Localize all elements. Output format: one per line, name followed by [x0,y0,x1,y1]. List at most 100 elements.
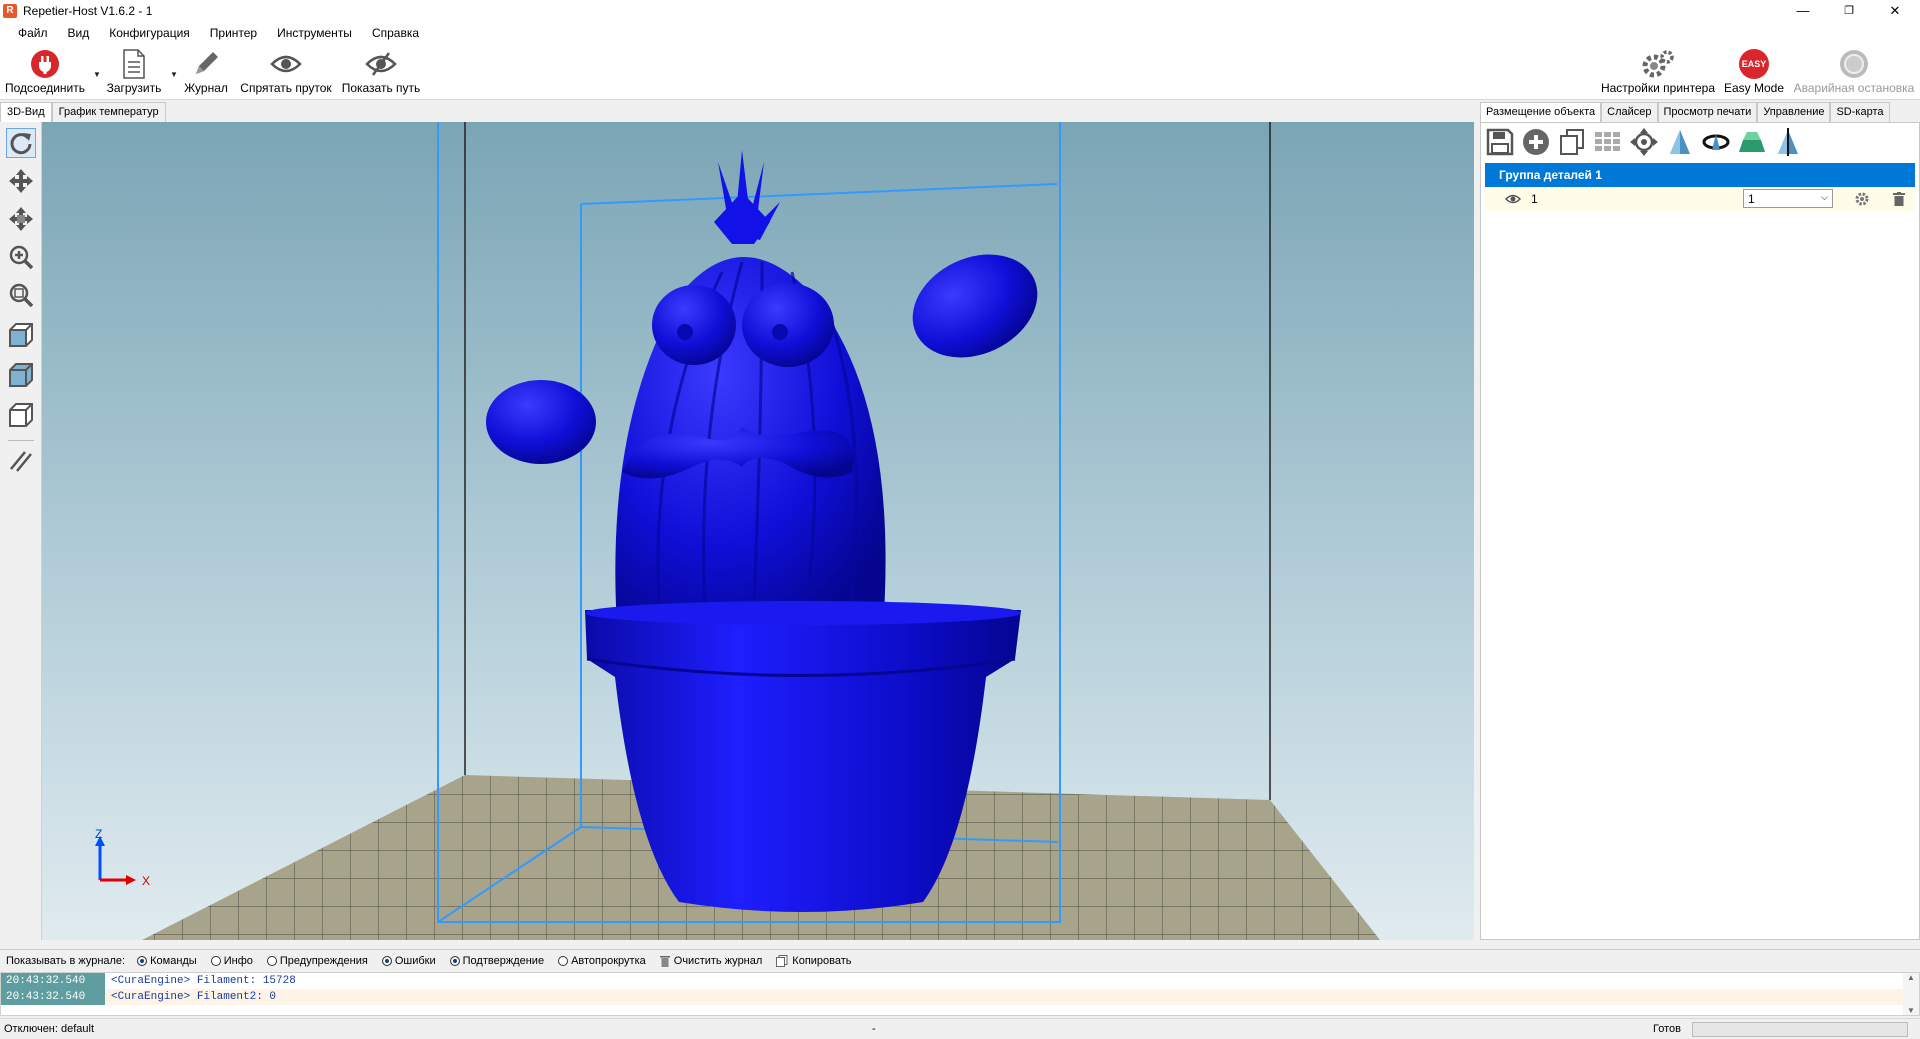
log-filter-label: Показывать в журнале: [6,954,126,967]
move-object-icon [9,207,33,231]
radio-off-icon [558,955,569,966]
log-message: <CuraEngine> Filament: 15728 [111,975,296,987]
connect-dropdown-icon[interactable]: ▼ [93,70,101,79]
hide-filament-button[interactable]: Спрятать пруток [236,48,336,95]
connect-button[interactable]: Подсоединить [4,48,86,95]
right-panel: Размещение объекта Слайсер Просмотр печа… [1480,102,1920,940]
crosshair-icon [1630,128,1658,156]
menu-configuration[interactable]: Конфигурация [99,26,200,40]
maximize-button[interactable]: ❐ [1826,0,1872,22]
window-title: Repetier-Host V1.6.2 - 1 [23,4,153,18]
log-commands-toggle[interactable]: Команды [137,955,197,967]
log-row: 20:43:32.540 <CuraEngine> Filament: 1572… [1,973,1919,989]
copy-log-label: Копировать [792,954,852,967]
autoposition-button[interactable] [1593,127,1623,157]
object-row[interactable]: 1 1 ⌵ [1485,187,1915,211]
log-info-toggle[interactable]: Инфо [210,954,253,967]
cube-wire-icon [9,403,33,427]
add-object-button[interactable] [1521,127,1551,157]
toolbar: Подсоединить ▼ Загрузить ▼ Журнал Спрята… [0,44,1920,100]
object-group-header[interactable]: Группа деталей 1 [1485,163,1915,187]
cut-icon [1739,132,1765,152]
log-scrollbar[interactable]: ▲ ▼ [1903,973,1919,1015]
log-message: <CuraEngine> Filament2: 0 [111,991,277,1003]
log-errors-toggle[interactable]: Ошибки [381,955,436,967]
tab-sd-card[interactable]: SD-карта [1830,102,1890,122]
pencil-icon [196,52,218,74]
emergency-stop-button[interactable]: Аварийная остановка [1792,48,1916,95]
zoom-button[interactable] [6,242,36,272]
load-dropdown-icon[interactable]: ▼ [170,70,178,79]
menu-printer[interactable]: Принтер [200,26,267,40]
top-view-button[interactable] [6,400,36,430]
tab-temperature-graph[interactable]: График температур [51,102,166,122]
load-button[interactable]: Загрузить [104,48,164,95]
title-bar: R Repetier-Host V1.6.2 - 1 — ❐ ✕ [0,0,1920,22]
move-object-button[interactable] [6,204,36,234]
radio-off-icon [266,955,277,966]
view-tabs: 3D-Вид График температур [0,102,1474,122]
clear-log-button[interactable]: Очистить журнал [659,955,762,967]
rotate-view-button[interactable] [6,128,36,158]
tab-object-placement[interactable]: Размещение объекта [1480,102,1602,122]
radio-off-icon [210,955,221,966]
center-object-button[interactable] [1629,127,1659,157]
show-path-button[interactable]: Показать путь [338,48,424,95]
save-button[interactable] [1485,127,1515,157]
x-axis-label: X [142,874,150,888]
visibility-eye-icon[interactable] [1505,193,1521,205]
mirror-object-button[interactable] [1773,127,1803,157]
copy-icon [776,954,788,967]
extruder-select-value: 1 [1748,192,1755,206]
copy-log-button[interactable]: Копировать [776,954,852,967]
menu-help[interactable]: Справка [362,26,429,40]
log-output[interactable]: 20:43:32.540 <CuraEngine> Filament: 1572… [0,972,1920,1016]
rotate-object-icon [1702,134,1730,150]
fit-view-button[interactable] [6,280,36,310]
rotate-object-button[interactable] [1701,127,1731,157]
scale-object-button[interactable] [1665,127,1695,157]
power-plug-icon [31,50,59,78]
tab-print-preview[interactable]: Просмотр печати [1657,102,1758,122]
easy-mode-button[interactable]: EASY Easy Mode [1722,48,1786,95]
tab-slicer[interactable]: Слайсер [1601,102,1658,122]
grid-icon [1595,132,1620,151]
hide-filament-label: Спрятать пруток [240,81,332,95]
log-warnings-toggle[interactable]: Предупреждения [266,955,368,967]
log-commands-label: Команды [150,954,197,967]
zoom-fit-icon [9,283,34,308]
menu-tools[interactable]: Инструменты [267,26,362,40]
printer-settings-button[interactable]: Настройки принтера [1596,48,1720,95]
log-info-label: Инфо [223,954,253,967]
move-arrows-icon [9,169,33,193]
parallel-projection-button[interactable] [6,446,36,476]
connection-status: Отключен: default [4,1023,95,1035]
log-ack-toggle[interactable]: Подтверждение [449,955,544,967]
ready-status: Готов [1653,1023,1681,1035]
tab-3d-view[interactable]: 3D-Вид [0,102,52,122]
minimize-button[interactable]: — [1780,0,1826,22]
front-view-button[interactable] [6,360,36,390]
cube-front-icon [9,363,33,387]
extruder-select[interactable]: 1 ⌵ [1743,189,1833,208]
show-path-label: Показать путь [341,81,421,95]
gear-icon[interactable] [1855,192,1869,206]
object-toolbar [1481,123,1919,161]
copy-icon [1560,129,1584,155]
scroll-down-icon[interactable]: ▼ [1903,1006,1919,1015]
copy-object-button[interactable] [1557,127,1587,157]
move-view-button[interactable] [6,166,36,196]
z-axis-label: Z [95,827,102,841]
tab-manual-control[interactable]: Управление [1757,102,1831,122]
iso-view-button[interactable] [6,320,36,350]
menu-file[interactable]: Файл [8,26,58,40]
3d-viewport[interactable]: Z X [42,122,1474,940]
cut-object-button[interactable] [1737,127,1767,157]
log-autoscroll-toggle[interactable]: Автопрокрутка [558,955,646,967]
log-autoscroll-label: Автопрокрутка [571,954,646,967]
trash-icon[interactable] [1893,192,1905,206]
log-button[interactable]: Журнал [180,48,232,95]
menu-view[interactable]: Вид [58,26,100,40]
close-button[interactable]: ✕ [1872,0,1918,22]
scroll-up-icon[interactable]: ▲ [1903,973,1919,982]
